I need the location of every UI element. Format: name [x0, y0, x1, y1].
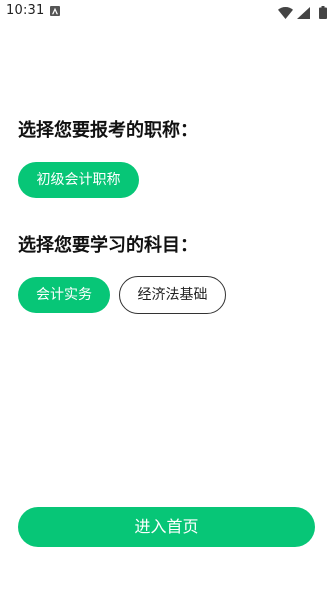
title-section-heading: 选择您要报考的职称：	[18, 120, 198, 141]
subject-option-chip-accounting[interactable]: 会计实务	[18, 277, 110, 313]
status-bar: 10:31	[0, 0, 333, 24]
wifi-icon	[278, 4, 293, 23]
signal-icon	[297, 4, 310, 23]
subject-section-heading: 选择您要学习的科目：	[18, 235, 198, 256]
title-option-chip[interactable]: 初级会计职称	[18, 162, 139, 198]
status-time: 10:31	[6, 3, 45, 18]
notification-a-icon	[50, 6, 60, 16]
subject-option-chip-economic-law[interactable]: 经济法基础	[119, 276, 226, 314]
battery-icon	[319, 4, 327, 23]
enter-home-button[interactable]: 进入首页	[18, 507, 315, 547]
